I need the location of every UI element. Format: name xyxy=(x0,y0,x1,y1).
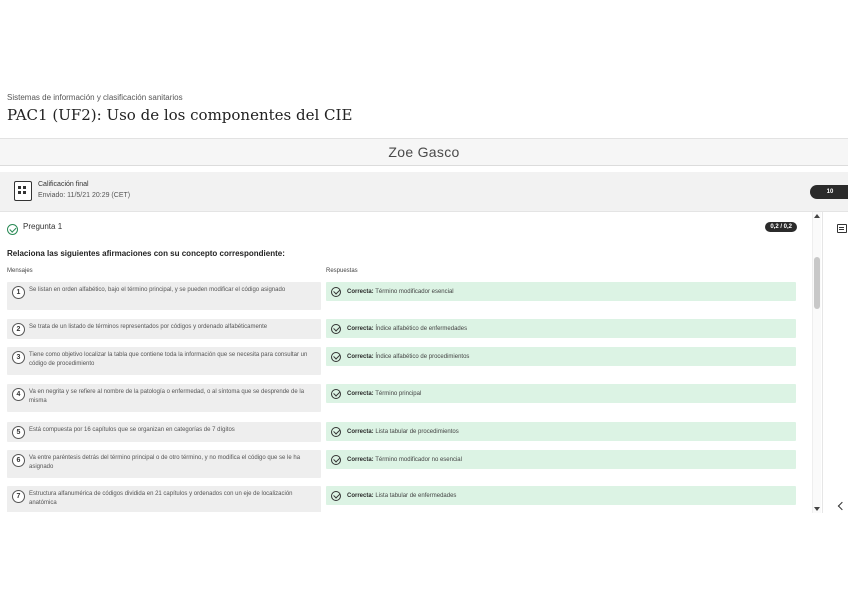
item-number: 2 xyxy=(12,323,25,336)
statement: 4 Va en negrita y se refiere al nombre d… xyxy=(7,384,321,412)
student-bar: Zoe Gasco xyxy=(0,138,848,166)
statement: 5 Está compuesta por 16 capítulos que se… xyxy=(7,422,321,442)
gradebook-icon xyxy=(14,181,32,201)
grade-badge[interactable]: 10 xyxy=(810,185,848,199)
answer-status: Correcta: xyxy=(347,492,374,499)
comment-icon[interactable] xyxy=(837,224,847,233)
item-number: 7 xyxy=(12,490,25,503)
statement-text: Tiene como objetivo localizar la tabla q… xyxy=(29,352,308,367)
check-circle-icon xyxy=(331,426,341,437)
item-number: 3 xyxy=(12,351,25,364)
statement: 1 Se listan en orden alfabético, bajo el… xyxy=(7,282,321,310)
answer-text: Lista tabular de procedimientos xyxy=(375,428,459,435)
item-number: 1 xyxy=(12,286,25,299)
answer-correct: Correcta: Término principal xyxy=(326,384,796,403)
statement-text: Estructura alfanumérica de códigos divid… xyxy=(29,491,293,506)
answer-text: Índice alfabético de procedimientos xyxy=(375,353,470,360)
vertical-scrollbar[interactable] xyxy=(812,212,821,513)
scroll-down-arrow-icon[interactable] xyxy=(814,507,820,511)
question-instruction: Relaciona las siguientes afirmaciones co… xyxy=(7,249,285,258)
statement-text: Va entre paréntesis detrás del término p… xyxy=(29,455,301,470)
answer-correct: Correcta: Término modificador no esencia… xyxy=(326,450,796,469)
check-circle-icon xyxy=(331,388,341,399)
question-score-badge: 0,2 / 0,2 xyxy=(765,222,797,232)
answer-status: Correcta: xyxy=(347,456,374,463)
answer-correct: Correcta: Índice alfabético de enfermeda… xyxy=(326,319,796,338)
final-grade-label: Calificación final xyxy=(38,181,89,188)
side-panel xyxy=(822,212,848,513)
check-circle-icon xyxy=(7,224,18,236)
scroll-thumb[interactable] xyxy=(814,257,820,309)
item-number: 4 xyxy=(12,388,25,401)
answer-text: Lista tabular de enfermedades xyxy=(375,492,457,499)
statement: 6 Va entre paréntesis detrás del término… xyxy=(7,450,321,478)
answer-correct: Correcta: Lista tabular de enfermedades xyxy=(326,486,796,505)
answer-status: Correcta: xyxy=(347,390,374,397)
answer-text: Término principal xyxy=(375,390,422,397)
check-circle-icon xyxy=(331,490,341,501)
answer-status: Correcta: xyxy=(347,325,374,332)
question-header: Pregunta 1 0,2 / 0,2 xyxy=(7,221,797,239)
statement-text: Se listan en orden alfabético, bajo el t… xyxy=(29,287,286,293)
answer-text: Término modificador esencial xyxy=(375,288,454,295)
statement-text: Se trata de un listado de términos repre… xyxy=(29,324,268,330)
column-header-answers: Respuestas xyxy=(326,268,358,274)
check-circle-icon xyxy=(331,323,341,334)
item-number: 6 xyxy=(12,454,25,467)
answer-status: Correcta: xyxy=(347,288,374,295)
answer-text: Término modificador no esencial xyxy=(375,456,462,463)
attempt-content: Pregunta 1 0,2 / 0,2 Relaciona las sigui… xyxy=(0,212,812,512)
statement: 7 Estructura alfanumérica de códigos div… xyxy=(7,486,321,512)
column-header-messages: Mensajes xyxy=(7,268,33,274)
statement-text: Está compuesta por 16 capítulos que se o… xyxy=(29,427,235,433)
page-title: PAC1 (UF2): Uso de los componentes del C… xyxy=(7,106,353,124)
question-title: Pregunta 1 xyxy=(23,222,63,231)
answer-status: Correcta: xyxy=(347,353,374,360)
check-circle-icon xyxy=(331,351,341,362)
chevron-left-icon[interactable] xyxy=(837,501,847,511)
final-grade-bar: Calificación final Enviado: 11/5/21 20:2… xyxy=(0,172,848,212)
submitted-date: Enviado: 11/5/21 20:29 (CET) xyxy=(38,192,131,199)
item-number: 5 xyxy=(12,426,25,439)
check-circle-icon xyxy=(331,454,341,465)
statement-text: Va en negrita y se refiere al nombre de … xyxy=(29,389,305,404)
scroll-up-arrow-icon[interactable] xyxy=(814,214,820,218)
answer-text: Índice alfabético de enfermedades xyxy=(375,325,468,332)
answer-correct: Correcta: Lista tabular de procedimiento… xyxy=(326,422,796,441)
statement: 2 Se trata de un listado de términos rep… xyxy=(7,319,321,339)
statement: 3 Tiene como objetivo localizar la tabla… xyxy=(7,347,321,375)
student-name: Zoe Gasco xyxy=(388,144,460,160)
answer-status: Correcta: xyxy=(347,428,374,435)
answer-correct: Correcta: Término modificador esencial xyxy=(326,282,796,301)
breadcrumb[interactable]: Sistemas de información y clasificación … xyxy=(7,93,183,102)
answer-correct: Correcta: Índice alfabético de procedimi… xyxy=(326,347,796,366)
check-circle-icon xyxy=(331,286,341,297)
